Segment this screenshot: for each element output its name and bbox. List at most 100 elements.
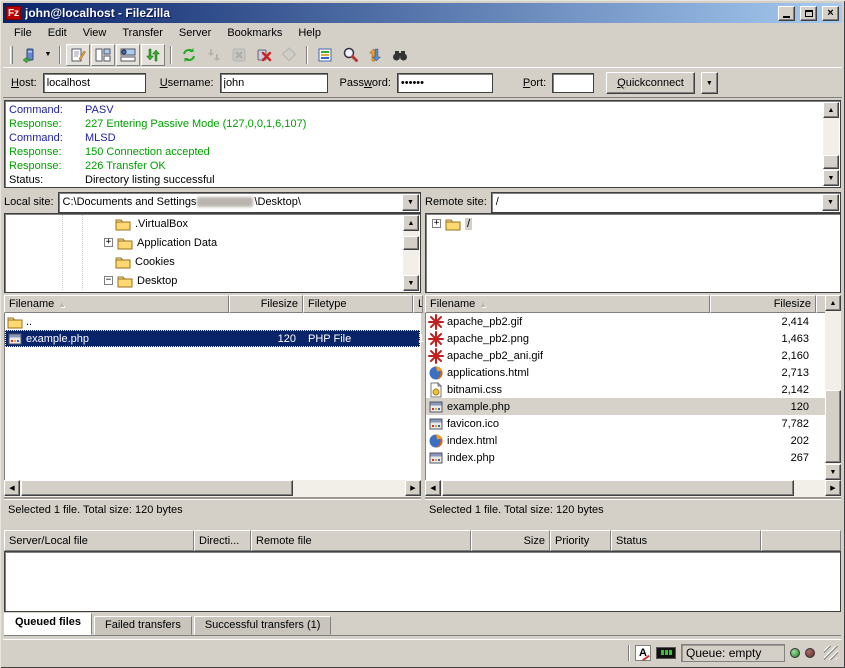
column-filetype[interactable]: Filetype xyxy=(303,295,413,313)
menu-edit[interactable]: Edit xyxy=(40,25,75,41)
queue-body[interactable] xyxy=(4,551,841,612)
scroll-up-icon[interactable]: ▲ xyxy=(823,102,839,118)
scroll-right-icon[interactable]: ▶ xyxy=(405,480,421,496)
tree-item-root[interactable]: + / xyxy=(426,214,840,233)
remote-file-row[interactable]: index.html 202 xyxy=(426,432,825,449)
combo-dropdown-icon[interactable]: ▼ xyxy=(402,194,419,211)
toggle-remote-tree-button[interactable] xyxy=(116,44,140,66)
tree-item-virtualbox[interactable]: .VirtualBox xyxy=(5,214,420,233)
local-tree-scrollbar[interactable]: ▲ ▼ xyxy=(403,215,419,291)
message-log[interactable]: Command:PASV Response:227 Entering Passi… xyxy=(4,100,841,188)
directory-comparison-button[interactable] xyxy=(338,44,362,66)
scroll-up-icon[interactable]: ▲ xyxy=(403,215,419,231)
tree-expander-plus-icon[interactable]: + xyxy=(104,238,113,247)
remote-site-combo[interactable]: / ▼ xyxy=(491,192,841,213)
title-bar[interactable]: Fz john@localhost - FileZilla × xyxy=(3,3,842,23)
column-priority[interactable]: Priority xyxy=(550,530,611,551)
remote-tree[interactable]: + / xyxy=(425,213,841,293)
remote-file-row[interactable]: applications.html 2,713 xyxy=(426,364,825,381)
column-filesize[interactable]: Filesize xyxy=(710,295,816,313)
scroll-thumb[interactable] xyxy=(823,155,839,169)
remote-file-row[interactable]: bitnami.css 2,142 xyxy=(426,381,825,398)
filter-button[interactable] xyxy=(313,44,337,66)
column-direction[interactable]: Directi... xyxy=(194,530,251,551)
tab-failed-transfers[interactable]: Failed transfers xyxy=(94,616,192,635)
scroll-down-icon[interactable]: ▼ xyxy=(823,170,839,186)
synchronized-browsing-button[interactable] xyxy=(363,44,387,66)
local-tree[interactable]: .VirtualBox + Application Data Cookies −… xyxy=(4,213,421,293)
abort-button[interactable] xyxy=(277,44,301,66)
find-files-button[interactable] xyxy=(388,44,412,66)
remote-file-row[interactable]: apache_pb2_ani.gif 2,160 xyxy=(426,347,825,364)
column-remote-file[interactable]: Remote file xyxy=(251,530,471,551)
remote-list-scrollbar[interactable]: ▲ ▼ xyxy=(825,295,841,480)
local-site-combo[interactable]: C:\Documents and Settings\Desktop\ ▼ xyxy=(58,192,421,213)
tab-successful-transfers[interactable]: Successful transfers (1) xyxy=(194,616,332,635)
minimize-button[interactable] xyxy=(778,6,795,21)
username-input[interactable] xyxy=(220,73,328,93)
process-queue-button[interactable] xyxy=(202,44,226,66)
column-last-modified[interactable]: L xyxy=(413,295,423,313)
cancel-operation-button[interactable] xyxy=(227,44,251,66)
password-input[interactable] xyxy=(397,73,493,93)
scroll-left-icon[interactable]: ◀ xyxy=(425,480,441,496)
column-filename[interactable]: Filename▲ xyxy=(425,295,710,313)
tree-item-desktop[interactable]: − Desktop xyxy=(5,271,420,290)
scroll-up-icon[interactable]: ▲ xyxy=(825,295,841,311)
indicator-badge-icon[interactable] xyxy=(656,647,676,659)
remote-file-row[interactable]: apache_pb2.gif 2,414 xyxy=(426,313,825,330)
toolbar-grip[interactable] xyxy=(10,46,13,64)
scroll-down-icon[interactable]: ▼ xyxy=(403,275,419,291)
resize-grip[interactable] xyxy=(824,646,838,660)
site-manager-dropdown[interactable]: ▼ xyxy=(42,44,54,66)
tab-queued-files[interactable]: Queued files xyxy=(4,613,92,635)
column-status[interactable]: Status xyxy=(611,530,761,551)
scroll-right-icon[interactable]: ▶ xyxy=(825,480,841,496)
local-file-list[interactable]: .. example.php 120 PHP File 1 xyxy=(4,313,421,480)
tree-expander-minus-icon[interactable]: − xyxy=(104,276,113,285)
remote-file-list[interactable]: apache_pb2.gif 2,414 apache_pb2.png 1,46… xyxy=(425,313,825,480)
column-size[interactable]: Size xyxy=(471,530,550,551)
local-file-row-selected[interactable]: example.php 120 PHP File 1 xyxy=(5,330,420,347)
column-filesize[interactable]: Filesize xyxy=(229,295,303,313)
scroll-down-icon[interactable]: ▼ xyxy=(825,464,841,480)
port-input[interactable] xyxy=(552,73,594,93)
remote-file-row[interactable]: index.php 267 xyxy=(426,449,825,466)
scroll-left-icon[interactable]: ◀ xyxy=(4,480,20,496)
menu-help[interactable]: Help xyxy=(290,25,329,41)
scroll-thumb[interactable] xyxy=(825,390,841,463)
combo-dropdown-icon[interactable]: ▼ xyxy=(822,194,839,211)
toggle-local-tree-button[interactable] xyxy=(91,44,115,66)
scroll-thumb[interactable] xyxy=(403,236,419,250)
parent-directory-row[interactable]: .. xyxy=(5,313,420,330)
tree-item-cookies[interactable]: Cookies xyxy=(5,252,420,271)
close-button[interactable]: × xyxy=(822,6,839,21)
scroll-thumb[interactable] xyxy=(21,480,293,496)
log-scrollbar[interactable]: ▲ ▼ xyxy=(823,102,839,186)
menu-view[interactable]: View xyxy=(75,25,115,41)
remote-file-row[interactable]: apache_pb2.png 1,463 xyxy=(426,330,825,347)
column-server-local-file[interactable]: Server/Local file xyxy=(4,530,194,551)
refresh-button[interactable] xyxy=(177,44,201,66)
menu-file[interactable]: File xyxy=(6,25,40,41)
menu-bookmarks[interactable]: Bookmarks xyxy=(219,25,290,41)
remote-hscrollbar[interactable]: ◀ ▶ xyxy=(425,480,841,497)
local-hscrollbar[interactable]: ◀ ▶ xyxy=(4,480,421,497)
remote-file-row[interactable]: favicon.ico 7,782 xyxy=(426,415,825,432)
toggle-message-log-button[interactable] xyxy=(66,44,90,66)
quickconnect-dropdown[interactable]: ▼ xyxy=(701,72,718,94)
toggle-transfer-queue-button[interactable] xyxy=(141,44,165,66)
scroll-thumb[interactable] xyxy=(442,480,794,496)
disconnect-button[interactable] xyxy=(252,44,276,66)
column-filename[interactable]: Filename▲ xyxy=(4,295,229,313)
host-input[interactable] xyxy=(43,73,146,93)
remote-file-row-selected[interactable]: example.php 120 xyxy=(426,398,825,415)
menu-transfer[interactable]: Transfer xyxy=(114,25,171,41)
maximize-button[interactable] xyxy=(800,6,817,21)
tree-item-application-data[interactable]: + Application Data xyxy=(5,233,420,252)
quickconnect-button[interactable]: Quickconnect xyxy=(606,72,695,94)
tree-expander-plus-icon[interactable]: + xyxy=(432,219,441,228)
menu-server[interactable]: Server xyxy=(171,25,219,41)
ascii-datatype-icon[interactable]: A xyxy=(635,645,651,661)
site-manager-button[interactable] xyxy=(17,44,41,66)
